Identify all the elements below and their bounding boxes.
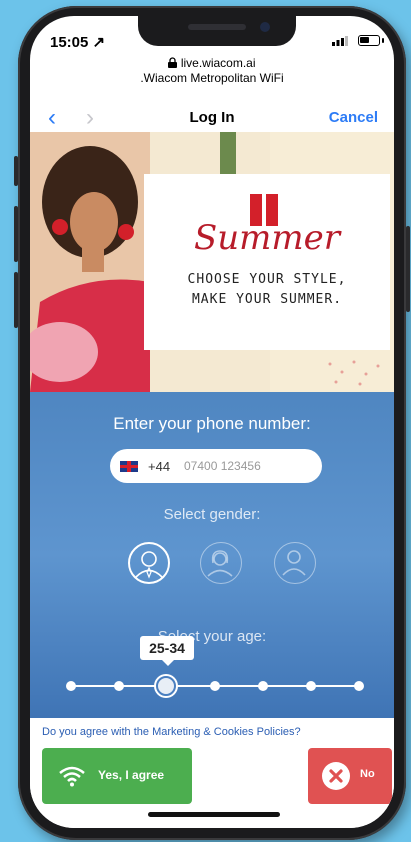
uk-flag-icon: [120, 461, 138, 472]
lock-icon: [168, 57, 178, 68]
age-slider-step[interactable]: [114, 681, 124, 691]
age-slider-step[interactable]: [210, 681, 220, 691]
close-glyph: [329, 769, 343, 783]
banner-card: Summer Choose your style, make your summ…: [144, 174, 390, 350]
age-value-tooltip: 25-34: [140, 636, 194, 666]
summer-banner: Summer Choose your style, make your summ…: [30, 132, 394, 392]
battery-tip: [382, 38, 384, 43]
age-slider-step[interactable]: [258, 681, 268, 691]
age-slider-step[interactable]: [66, 681, 76, 691]
close-icon: [322, 762, 350, 790]
phone-label: Enter your phone number:: [113, 414, 311, 433]
address-bar[interactable]: live.wiacom.ai .Wiacom Metropolitan WiFi: [30, 56, 394, 86]
notch: [138, 16, 296, 46]
cancel-button[interactable]: Cancel: [329, 109, 378, 126]
agree-label: Yes, I agree: [98, 768, 165, 782]
screen: 15:05 ↗ live.wiacom.ai .Wiacom Metropoli…: [30, 16, 394, 828]
agree-button[interactable]: Yes, I agree: [42, 748, 192, 804]
signup-form: Enter your phone number: +44 07400 12345…: [30, 392, 394, 718]
decline-label: No: [360, 768, 375, 780]
male-avatar-glyph: [135, 551, 163, 579]
tagline-line-2: make your summer.: [191, 292, 343, 307]
age-label: Select your age:: [157, 628, 267, 645]
consent-question: Do you agree with the Marketing & Cookie…: [42, 726, 301, 738]
phone-input[interactable]: +44 07400 123456: [110, 449, 322, 483]
power-button: [406, 226, 410, 312]
signal-icon: [332, 36, 348, 46]
mute-switch: [14, 156, 18, 186]
gender-label: Select gender:: [163, 506, 261, 523]
home-indicator[interactable]: [148, 812, 280, 817]
volume-down-button: [14, 272, 18, 328]
female-avatar-glyph: [207, 550, 233, 577]
female-icon[interactable]: [200, 542, 242, 584]
age-slider-step[interactable]: [306, 681, 316, 691]
banner-tagline: Choose your style, make your summer.: [144, 270, 390, 310]
domain-text: live.wiacom.ai: [180, 56, 256, 70]
tagline-line-1: Choose your style,: [187, 272, 347, 287]
wifi-icon: [59, 766, 85, 787]
age-slider-thumb[interactable]: [156, 676, 176, 696]
banner-script-title: Summer: [193, 218, 341, 258]
phone-placeholder: 07400 123456: [184, 459, 261, 473]
neutral-icon[interactable]: [274, 542, 316, 584]
country-code[interactable]: +44: [148, 459, 170, 474]
status-time: 15:05 ↗: [50, 34, 106, 51]
camera: [260, 22, 270, 32]
volume-up-button: [14, 206, 18, 262]
neutral-avatar-glyph: [282, 550, 306, 576]
age-slider-step[interactable]: [354, 681, 364, 691]
battery-icon: [358, 35, 380, 46]
network-name: .Wiacom Metropolitan WiFi: [140, 71, 284, 85]
decline-button[interactable]: No: [308, 748, 392, 804]
male-icon[interactable]: [128, 542, 170, 584]
speaker: [188, 24, 246, 30]
captive-portal-navbar: ‹ › Log In Cancel: [30, 100, 394, 135]
